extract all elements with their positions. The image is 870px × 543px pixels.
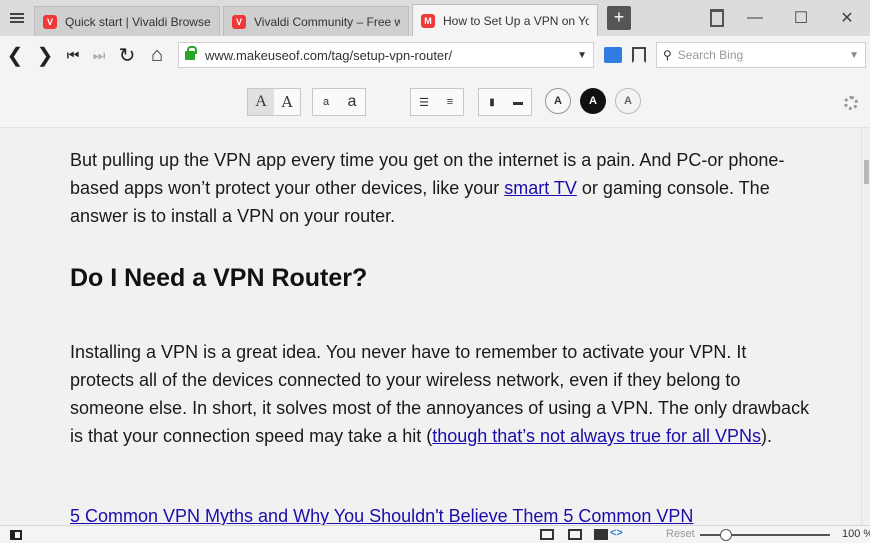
align-left-icon[interactable]: ☰: [411, 89, 437, 115]
tab-label: Vivaldi Community – Free we: [254, 14, 400, 29]
url-text: www.makeuseof.com/tag/setup-vpn-router/: [205, 47, 453, 63]
vivaldi-favicon-icon: V: [232, 14, 246, 29]
bookmark-icon[interactable]: [632, 47, 646, 63]
alignment-group: ☰ ≡: [410, 88, 464, 116]
close-button[interactable]: ✕: [824, 0, 870, 36]
reader-toolbar: A A a a ☰ ≡ ▮ ▬ A A A: [0, 74, 870, 128]
tab-label: Quick start | Vivaldi Browser: [65, 14, 211, 29]
paragraph-text: ).: [761, 426, 773, 446]
narrow-width-icon[interactable]: ▮: [479, 89, 505, 115]
font-family-group: A A: [247, 88, 301, 116]
image-toggle-icon[interactable]: [594, 529, 608, 540]
makeuseof-favicon-icon: M: [421, 13, 435, 28]
related-article-link[interactable]: 5 Common VPN Myths and Why You Shouldn't…: [70, 506, 693, 525]
zoom-value: 100 %: [842, 528, 870, 540]
minimize-button[interactable]: —: [732, 0, 778, 36]
zoom-slider-knob[interactable]: [720, 529, 732, 541]
status-bar: <> Reset 100 %: [0, 525, 870, 543]
vivaldi-favicon-icon: V: [43, 14, 57, 29]
rewind-icon[interactable]: ⏮: [60, 40, 86, 70]
font-smaller-button[interactable]: a: [313, 89, 339, 115]
font-serif-alt-button[interactable]: A: [274, 89, 300, 115]
vertical-scrollbar[interactable]: [861, 128, 870, 525]
zoom-reset-button[interactable]: Reset: [666, 528, 695, 540]
wide-width-icon[interactable]: ▬: [505, 89, 531, 115]
tab-vpn-article[interactable]: M How to Set Up a VPN on You: [412, 4, 598, 36]
lock-icon: [185, 45, 197, 60]
back-icon[interactable]: ❮: [0, 40, 30, 70]
font-larger-button[interactable]: a: [339, 89, 365, 115]
camera-icon[interactable]: [540, 529, 554, 540]
vpn-speed-link[interactable]: though that’s not always true for all VP…: [432, 426, 761, 446]
trash-icon[interactable]: [710, 9, 724, 27]
smart-tv-link[interactable]: smart TV: [504, 178, 577, 198]
home-icon[interactable]: ⌂: [142, 40, 172, 70]
maximize-button[interactable]: ☐: [778, 0, 824, 36]
new-tab-button[interactable]: +: [607, 6, 631, 30]
search-dropdown-icon[interactable]: ▼: [849, 50, 859, 61]
section-heading: Do I Need a VPN Router?: [70, 264, 368, 292]
font-size-group: a a: [312, 88, 366, 116]
article-content: But pulling up the VPN app every time yo…: [10, 128, 861, 525]
search-field[interactable]: ⚲ Search Bing ▼: [656, 42, 866, 68]
tab-quick-start[interactable]: V Quick start | Vivaldi Browser: [34, 6, 220, 36]
font-serif-button[interactable]: A: [248, 89, 274, 115]
window-controls: — ☐ ✕: [732, 0, 870, 36]
forward-icon[interactable]: ❯: [30, 40, 60, 70]
theme-sepia-button[interactable]: A: [615, 88, 641, 114]
article-paragraph: Installing a VPN is a great idea. You ne…: [70, 338, 810, 450]
reader-view-icon[interactable]: [604, 47, 622, 63]
scroll-thumb[interactable]: [864, 160, 869, 184]
panel-toggle-icon[interactable]: [10, 530, 22, 540]
tab-vivaldi-community[interactable]: V Vivaldi Community – Free we: [223, 6, 409, 36]
article-paragraph: But pulling up the VPN app every time yo…: [70, 146, 810, 230]
fast-forward-icon[interactable]: ⏭: [86, 40, 112, 70]
theme-light-button[interactable]: A: [545, 88, 571, 114]
vivaldi-menu-icon[interactable]: [0, 0, 34, 36]
tile-window-icon[interactable]: [568, 529, 582, 540]
url-dropdown-icon[interactable]: ▼: [577, 50, 587, 61]
align-justify-icon[interactable]: ≡: [437, 89, 463, 115]
gear-icon[interactable]: [844, 96, 858, 110]
address-bar: ❮ ❯ ⏮ ⏭ ↻ ⌂ www.makeuseof.com/tag/setup-…: [0, 36, 870, 74]
search-placeholder: Search Bing: [677, 48, 744, 62]
page-actions-icon[interactable]: <>: [610, 527, 623, 539]
reload-icon[interactable]: ↻: [112, 40, 142, 70]
theme-dark-button[interactable]: A: [580, 88, 606, 114]
url-field[interactable]: www.makeuseof.com/tag/setup-vpn-router/ …: [178, 42, 594, 68]
tab-label: How to Set Up a VPN on You: [443, 13, 589, 28]
search-icon[interactable]: ⚲: [663, 48, 672, 62]
width-group: ▮ ▬: [478, 88, 532, 116]
